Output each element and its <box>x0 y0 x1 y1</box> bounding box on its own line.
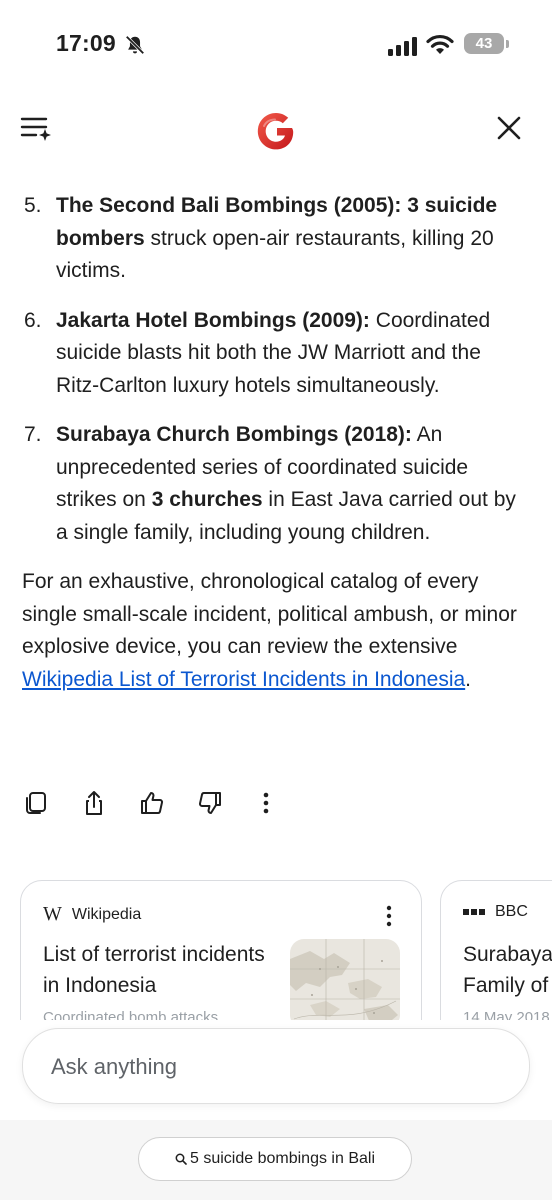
cellular-signal-icon <box>388 37 417 56</box>
copy-button[interactable] <box>20 787 52 819</box>
list-item-number: 7. <box>24 423 42 446</box>
summary-end: . <box>465 667 472 691</box>
copy-icon <box>26 792 46 814</box>
card-subtitle: 14 May 2018 <box>463 1009 550 1020</box>
close-button[interactable] <box>494 113 524 143</box>
ask-bar <box>22 1028 530 1105</box>
wikipedia-icon: W <box>43 903 62 925</box>
thumbs-up-icon <box>141 792 164 814</box>
wikipedia-link[interactable]: Wikipedia List of Terrorist Incidents in… <box>22 668 465 691</box>
thumbs-up-button[interactable] <box>136 787 168 819</box>
list-item-number: 6. <box>24 308 42 332</box>
wifi-icon <box>426 34 454 54</box>
menu-sparkle-icon <box>20 117 51 141</box>
list-item: 5. The Second Bali Bombings (2005): 3 sui… <box>0 190 552 288</box>
share-button[interactable] <box>78 787 110 819</box>
list-item-heading: Jakarta Hotel Bombings (2009): <box>56 308 370 332</box>
search-icon <box>175 1153 187 1165</box>
list-item-heading: Surabaya Church Bombings (2018): <box>56 423 412 446</box>
status-time: 17:09 <box>56 30 116 56</box>
card-source-name: Wikipedia <box>71 905 142 923</box>
battery-indicator: 43 <box>464 33 509 55</box>
summary-text: For an exhaustive, chronological catalog… <box>22 570 517 658</box>
search-query-text: 5 suicide bombings in Bali <box>190 1150 375 1167</box>
answer-content: 5. The Second Bali Bombings (2005): 3 sui… <box>0 190 552 717</box>
menu-sparkle-button[interactable] <box>20 114 54 144</box>
more-options-button[interactable] <box>250 787 282 819</box>
card-subtitle: Coordinated bomb attacks <box>43 1009 219 1020</box>
summary-paragraph: For an exhaustive, chronological catalog… <box>0 566 552 696</box>
source-cards: W Wikipedia List of terrorist incidents … <box>0 880 552 1020</box>
list-item-emphasis: 3 churches <box>151 488 263 511</box>
list-item-number: 5. <box>24 194 42 217</box>
more-vertical-icon <box>263 792 269 814</box>
bell-muted-icon <box>125 35 145 55</box>
source-card-bbc[interactable]: BBC Surabaya Family of 14 May 2018 <box>440 880 552 1020</box>
bottom-bar: 5 suicide bombings in Bali <box>0 1120 552 1200</box>
list-item: 7. Surabaya Church Bombings (2018): An un… <box>0 419 552 549</box>
status-bar: 17:09 43 <box>0 0 552 90</box>
bombings-list: 5. The Second Bali Bombings (2005): 3 sui… <box>0 190 552 549</box>
share-icon <box>86 791 102 815</box>
list-item: 6. Jakarta Hotel Bombings (2009): Coordin… <box>0 305 552 403</box>
more-vertical-icon[interactable] <box>385 905 393 927</box>
response-actions <box>0 785 552 825</box>
map-thumbnail-image <box>290 939 400 1020</box>
card-title: List of terrorist incidents in Indonesia <box>43 943 265 997</box>
app-header <box>0 100 552 160</box>
thumbs-down-button[interactable] <box>194 787 226 819</box>
google-logo-icon[interactable] <box>252 106 300 154</box>
ask-input[interactable] <box>49 1029 493 1105</box>
search-query-chip[interactable]: 5 suicide bombings in Bali <box>138 1137 412 1181</box>
card-source-name: BBC <box>495 903 528 920</box>
thumbs-down-icon <box>198 792 221 814</box>
bbc-icon <box>463 909 485 915</box>
card-title: Surabaya Family of <box>463 943 552 997</box>
battery-level: 43 <box>475 35 493 52</box>
card-source: W Wikipedia <box>43 903 141 926</box>
card-source: BBC <box>463 903 528 921</box>
source-card-wikipedia[interactable]: W Wikipedia List of terrorist incidents … <box>20 880 422 1020</box>
close-icon <box>497 116 521 140</box>
